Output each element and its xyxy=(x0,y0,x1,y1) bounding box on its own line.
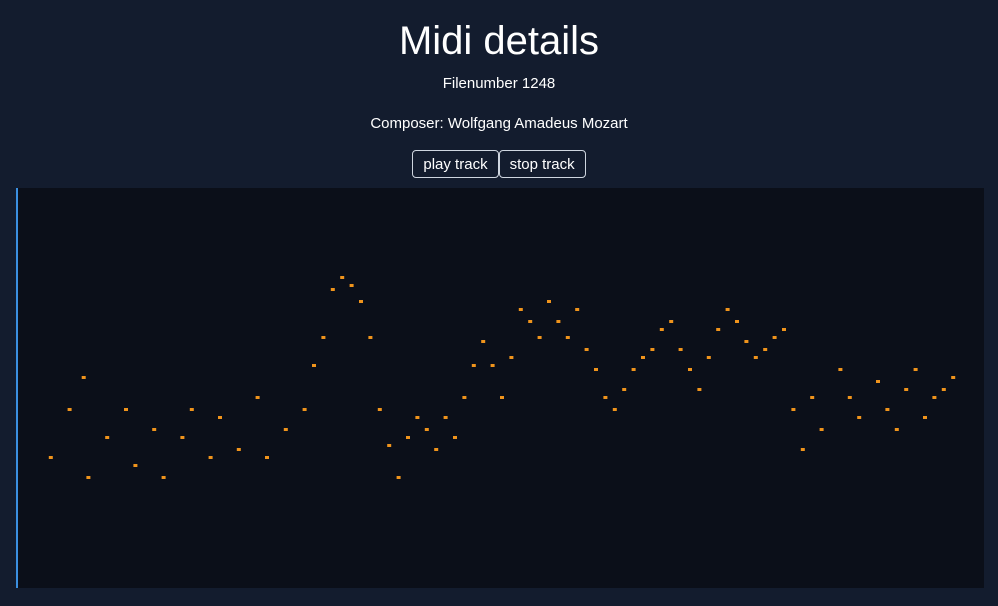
note-34 xyxy=(462,396,467,399)
note-15 xyxy=(265,456,269,459)
note-79 xyxy=(904,388,909,391)
note-64 xyxy=(744,340,749,343)
note-20 xyxy=(330,288,335,291)
note-14 xyxy=(255,396,260,399)
note-81 xyxy=(923,416,927,419)
note-57 xyxy=(678,348,683,351)
note-35 xyxy=(471,364,476,367)
note-51 xyxy=(622,388,627,391)
note-60 xyxy=(706,356,711,359)
note-7 xyxy=(152,428,157,431)
note-29 xyxy=(415,416,420,419)
note-54 xyxy=(650,348,655,351)
note-82 xyxy=(932,396,937,399)
composer-label: Composer: Wolfgang Amadeus Mozart xyxy=(370,115,628,132)
note-56 xyxy=(669,320,674,323)
note-53 xyxy=(641,356,645,359)
note-25 xyxy=(377,408,382,411)
note-47 xyxy=(584,348,589,351)
note-42 xyxy=(537,336,542,339)
playback-controls: play track stop track xyxy=(0,150,998,178)
note-63 xyxy=(735,320,739,323)
note-49 xyxy=(603,396,608,399)
note-44 xyxy=(556,320,561,323)
note-50 xyxy=(612,408,617,411)
note-40 xyxy=(518,308,523,311)
note-31 xyxy=(434,448,439,451)
note-11 xyxy=(208,456,213,459)
note-3 xyxy=(86,476,91,479)
note-33 xyxy=(453,436,457,439)
note-1 xyxy=(67,408,72,411)
note-5 xyxy=(124,408,128,411)
note-12 xyxy=(218,416,222,419)
note-61 xyxy=(716,328,721,331)
note-62 xyxy=(725,308,730,311)
note-72 xyxy=(819,428,824,431)
note-13 xyxy=(236,448,241,451)
note-23 xyxy=(359,300,363,303)
note-43 xyxy=(547,300,551,303)
note-78 xyxy=(894,428,899,431)
note-9 xyxy=(180,436,185,439)
note-21 xyxy=(340,276,345,279)
note-16 xyxy=(283,428,288,431)
play-track-button[interactable]: play track xyxy=(412,150,499,178)
note-39 xyxy=(509,356,514,359)
note-30 xyxy=(424,428,429,431)
note-74 xyxy=(847,396,852,399)
note-75 xyxy=(857,416,862,419)
note-73 xyxy=(838,368,843,371)
note-83 xyxy=(941,388,946,391)
note-4 xyxy=(105,436,110,439)
note-84 xyxy=(951,376,956,379)
piano-roll-notes xyxy=(48,276,956,479)
note-77 xyxy=(885,408,890,411)
note-27 xyxy=(396,476,401,479)
note-8 xyxy=(161,476,166,479)
note-46 xyxy=(575,308,580,311)
note-59 xyxy=(697,388,702,391)
note-76 xyxy=(876,380,880,383)
note-32 xyxy=(443,416,448,419)
note-71 xyxy=(810,396,815,399)
note-2 xyxy=(81,376,86,379)
note-38 xyxy=(500,396,504,399)
note-58 xyxy=(688,368,692,371)
note-24 xyxy=(368,336,373,339)
note-70 xyxy=(800,448,805,451)
note-28 xyxy=(406,436,410,439)
stop-track-button[interactable]: stop track xyxy=(498,150,586,178)
piano-roll[interactable] xyxy=(16,188,984,588)
page-title: Midi details xyxy=(398,19,600,63)
playhead[interactable] xyxy=(16,188,18,588)
note-19 xyxy=(321,336,326,339)
note-26 xyxy=(387,444,392,447)
note-10 xyxy=(189,408,194,411)
note-69 xyxy=(791,408,796,411)
note-18 xyxy=(312,364,316,367)
note-17 xyxy=(302,408,307,411)
note-68 xyxy=(782,328,786,331)
note-45 xyxy=(565,336,570,339)
note-6 xyxy=(133,464,138,467)
note-36 xyxy=(481,340,486,343)
note-0 xyxy=(48,456,53,459)
note-41 xyxy=(528,320,533,323)
note-80 xyxy=(913,368,918,371)
note-67 xyxy=(772,336,777,339)
note-55 xyxy=(659,328,664,331)
note-65 xyxy=(753,356,758,359)
note-66 xyxy=(763,348,768,351)
note-48 xyxy=(594,368,598,371)
note-52 xyxy=(631,368,636,371)
file-number: Filenumber 1248 xyxy=(442,75,556,92)
note-37 xyxy=(490,364,495,367)
note-22 xyxy=(349,284,354,287)
